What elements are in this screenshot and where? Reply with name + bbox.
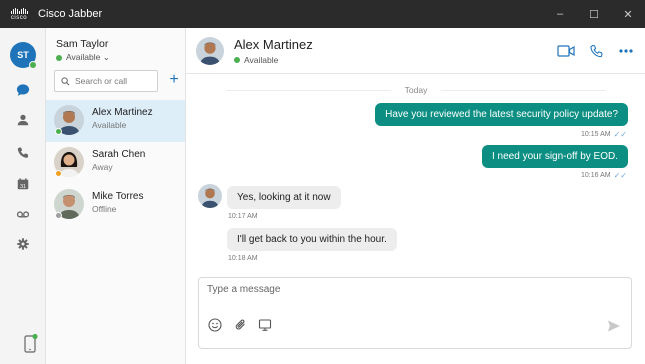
contact-status: Offline — [92, 204, 117, 214]
cisco-logo: cisco — [6, 7, 32, 21]
conversation-contact-name: Alex Martinez — [234, 37, 313, 52]
presence-indicator — [55, 128, 62, 135]
more-icon — [619, 49, 633, 53]
search-icon — [61, 76, 70, 85]
conversation-contact-status: Available — [234, 55, 278, 65]
message-composer — [198, 277, 632, 349]
video-call-icon — [557, 45, 575, 57]
presence-indicator — [55, 212, 62, 219]
window-title: Cisco Jabber — [38, 8, 103, 20]
contact-avatar[interactable] — [196, 37, 224, 65]
conversation-pane: Alex Martinez Available Today Have you r… — [186, 28, 645, 364]
chat-nav-button[interactable] — [0, 78, 46, 102]
cisco-wordmark: cisco — [10, 14, 28, 21]
contact-name: Alex Martinez — [92, 107, 153, 118]
self-presence-indicator — [29, 61, 37, 69]
phone-call-icon — [589, 44, 603, 57]
conversation-status-label: Available — [244, 55, 279, 65]
maximize-button[interactable]: ☐ — [577, 0, 611, 28]
presence-indicator — [55, 170, 62, 177]
available-dot — [56, 54, 62, 61]
attach-file-button[interactable] — [233, 317, 249, 333]
self-info: Sam Taylor Available ⌄ — [56, 38, 110, 63]
contact-status: Away — [92, 162, 113, 172]
contact-name: Mike Torres — [92, 191, 144, 202]
calendar-day: 31 — [20, 184, 26, 190]
sender-avatar — [198, 184, 222, 208]
available-dot — [234, 57, 240, 63]
send-icon[interactable] — [607, 319, 621, 333]
phone-call-button[interactable] — [586, 41, 606, 61]
chat-icon — [16, 84, 30, 96]
message-timestamp: 10:15 AM ✓✓ — [581, 130, 627, 139]
minimize-button[interactable]: – — [543, 0, 577, 28]
voicemail-nav-button[interactable] — [0, 202, 46, 226]
emoji-button[interactable] — [207, 317, 223, 333]
phone-icon — [17, 147, 29, 158]
self-avatar[interactable]: ST — [10, 42, 37, 69]
phone-nav-button[interactable] — [0, 141, 46, 165]
message-time: 10:16 AM — [581, 172, 611, 179]
self-name: Sam Taylor — [56, 38, 109, 50]
read-receipt-icon: ✓✓ — [613, 130, 627, 139]
self-status-label: Available ⌄ — [66, 52, 110, 62]
settings-nav-button[interactable] — [0, 232, 46, 256]
contacts-panel: Sam Taylor Available ⌄ + Alex Martinez A… — [46, 28, 186, 364]
attachment-icon — [235, 319, 245, 330]
message-timestamp: 10:17 AM — [228, 213, 258, 220]
device-status-icon[interactable] — [24, 333, 38, 353]
search-input[interactable] — [75, 76, 155, 86]
outgoing-message[interactable]: Have you reviewed the latest security po… — [375, 103, 628, 126]
contact-item-mike-torres[interactable]: Mike Torres Offline — [46, 184, 185, 226]
message-timestamp: 10:16 AM ✓✓ — [581, 171, 627, 180]
message-timestamp: 10:18 AM — [228, 255, 258, 262]
video-call-button[interactable] — [556, 41, 576, 61]
calendar-icon: 31 — [17, 178, 29, 190]
message-time: 10:15 AM — [581, 131, 611, 138]
incoming-message[interactable]: I'll get back to you within the hour. — [227, 228, 397, 251]
search-box[interactable] — [54, 70, 158, 92]
emoji-icon — [208, 318, 222, 332]
outgoing-message[interactable]: I need your sign-off by EOD. — [482, 145, 628, 168]
calendar-nav-button[interactable]: 31 — [0, 172, 46, 196]
contact-status: Available — [92, 120, 127, 130]
conversation-header: Alex Martinez Available — [186, 28, 645, 74]
voicemail-icon — [16, 211, 30, 218]
message-input[interactable] — [207, 284, 617, 306]
contact-name: Sarah Chen — [92, 149, 146, 160]
screen-share-icon — [258, 319, 272, 331]
more-options-button[interactable] — [616, 41, 636, 61]
contact-item-alex-martinez[interactable]: Alex Martinez Available — [46, 100, 185, 142]
navigation-rail: ST 31 — [0, 28, 46, 364]
add-contact-button[interactable]: + — [166, 71, 182, 89]
contact-list: Alex Martinez Available Sarah Chen Away … — [46, 100, 185, 226]
date-divider: Today — [226, 84, 606, 96]
incoming-message[interactable]: Yes, looking at it now — [227, 186, 341, 209]
title-bar: cisco Cisco Jabber – ☐ ✕ — [0, 0, 645, 28]
settings-icon — [17, 238, 29, 250]
screen-share-button[interactable] — [257, 317, 273, 333]
self-initials: ST — [17, 50, 29, 60]
read-receipt-icon: ✓✓ — [613, 171, 627, 180]
close-button[interactable]: ✕ — [611, 0, 645, 28]
contacts-nav-button[interactable] — [0, 108, 46, 132]
contacts-icon — [17, 114, 29, 126]
self-status-selector[interactable]: Available ⌄ — [56, 52, 110, 63]
date-divider-label: Today — [404, 85, 428, 95]
contact-item-sarah-chen[interactable]: Sarah Chen Away — [46, 142, 185, 184]
